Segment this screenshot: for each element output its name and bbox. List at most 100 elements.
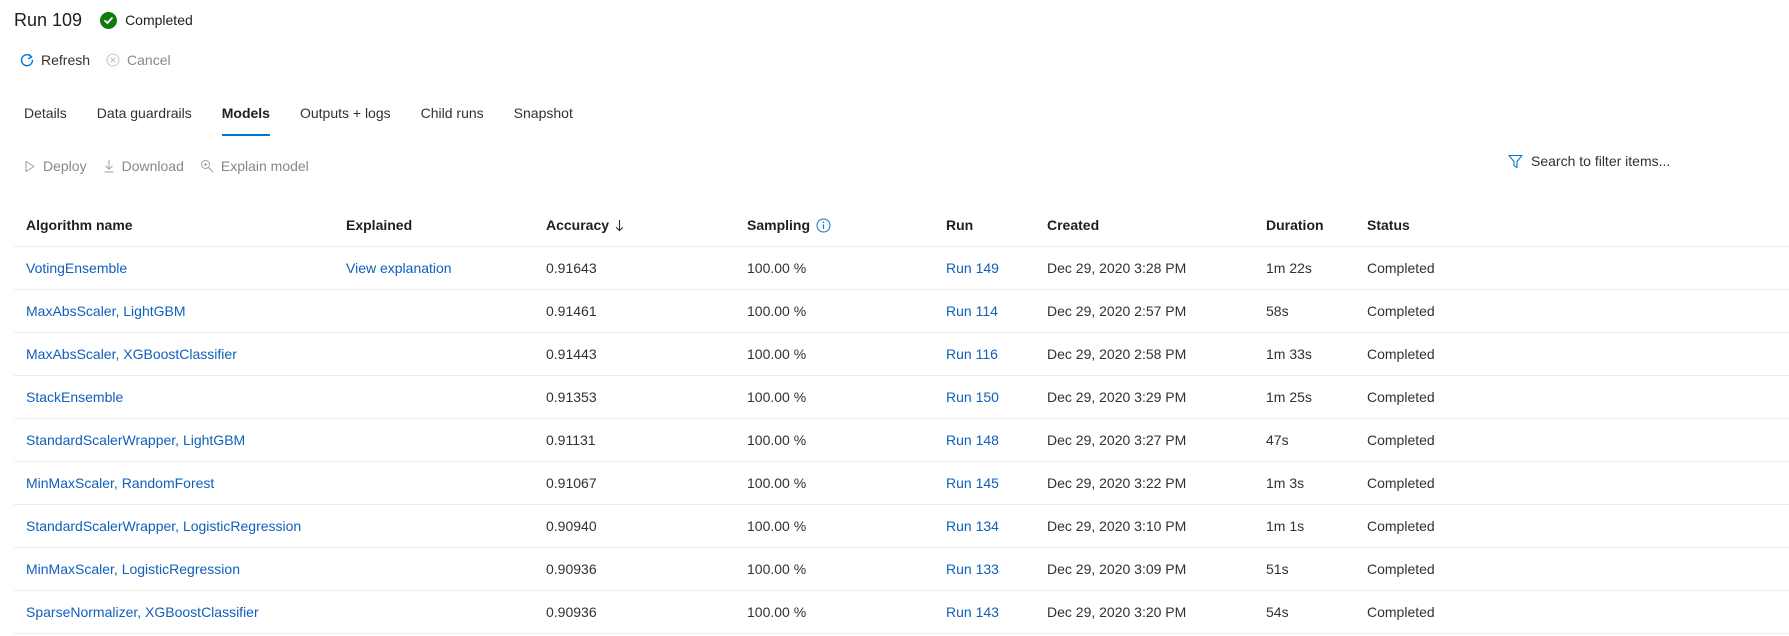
refresh-label: Refresh [41,52,91,68]
algorithm-link[interactable]: SparseNormalizer, XGBoostClassifier [26,604,259,620]
accuracy-value: 0.90936 [546,604,597,620]
col-accuracy[interactable]: Accuracy [546,217,624,233]
sampling-value: 100.00 % [747,389,807,405]
col-algorithm-name[interactable]: Algorithm name [26,217,133,233]
status-value: Completed [1367,604,1435,620]
download-button[interactable]: Download [103,158,184,174]
col-duration[interactable]: Duration [1266,217,1324,233]
tab-details[interactable]: Details [24,96,67,136]
duration-value: 47s [1266,432,1289,448]
run-link[interactable]: Run 133 [946,561,999,577]
status-value: Completed [1367,346,1435,362]
tab-models[interactable]: Models [221,96,271,136]
col-accuracy-label: Accuracy [546,217,610,233]
status-value: Completed [1367,561,1435,577]
run-link[interactable]: Run 150 [946,389,999,405]
created-value: Dec 29, 2020 3:22 PM [1047,475,1187,491]
created-value: Dec 29, 2020 3:27 PM [1047,432,1187,448]
algorithm-link[interactable]: MaxAbsScaler, LightGBM [26,303,186,319]
models-toolbar: Deploy Download Explain model [24,152,325,180]
table-row[interactable]: StandardScalerWrapper, LightGBM 0.91131 … [14,419,1789,462]
filter-icon [1508,154,1523,169]
cancel-icon [106,53,120,67]
table-row[interactable]: MaxAbsScaler, LightGBM 0.91461 100.00 % … [14,290,1789,333]
tab-data-guardrails[interactable]: Data guardrails [97,96,192,136]
algorithm-link[interactable]: StandardScalerWrapper, LightGBM [26,432,245,448]
info-icon[interactable] [816,218,831,233]
duration-value: 54s [1266,604,1289,620]
run-link[interactable]: Run 114 [946,303,998,319]
run-link[interactable]: Run 148 [946,432,999,448]
search-input[interactable] [1531,153,1711,169]
page-title: Run 109 [14,9,83,30]
duration-value: 1m 3s [1266,475,1305,491]
duration-value: 1m 1s [1266,518,1305,534]
refresh-button[interactable]: Refresh [20,52,90,68]
algorithm-link[interactable]: MinMaxScaler, RandomForest [26,475,214,491]
sampling-value: 100.00 % [747,260,807,276]
col-status[interactable]: Status [1367,217,1410,233]
run-link[interactable]: Run 134 [946,518,999,534]
table-row[interactable]: SparseNormalizer, XGBoostClassifier 0.90… [14,591,1789,634]
status-value: Completed [1367,303,1435,319]
status-value: Completed [1367,518,1435,534]
deploy-button[interactable]: Deploy [24,158,87,174]
explain-model-label: Explain model [220,158,309,174]
algorithm-link[interactable]: VotingEnsemble [26,260,127,276]
created-value: Dec 29, 2020 3:09 PM [1047,561,1187,577]
col-sampling[interactable]: Sampling [747,217,831,233]
tab-outputs-logs[interactable]: Outputs + logs [300,96,391,136]
run-link[interactable]: Run 149 [946,260,999,276]
algorithm-link[interactable]: StandardScalerWrapper, LogisticRegressio… [26,518,301,534]
col-run[interactable]: Run [946,217,973,233]
accuracy-value: 0.91131 [546,432,596,448]
status-value: Completed [1367,432,1435,448]
algorithm-link[interactable]: MinMaxScaler, LogisticRegression [26,561,240,577]
run-tabs: Details Data guardrails Models Outputs +… [24,96,603,136]
duration-value: 1m 33s [1266,346,1312,362]
col-explained[interactable]: Explained [346,217,412,233]
run-link[interactable]: Run 116 [946,346,998,362]
success-check-icon [100,11,118,29]
run-link[interactable]: Run 143 [946,604,999,620]
refresh-icon [20,53,34,67]
created-value: Dec 29, 2020 2:58 PM [1047,346,1187,362]
status-badge: Completed [100,11,193,29]
magnifier-icon [200,159,214,173]
tab-snapshot[interactable]: Snapshot [514,96,573,136]
sampling-value: 100.00 % [747,432,807,448]
table-row[interactable]: StackEnsemble 0.91353 100.00 % Run 150 D… [14,376,1789,419]
status-text: Completed [125,12,193,28]
explain-model-button[interactable]: Explain model [200,158,309,174]
table-row[interactable]: MinMaxScaler, LogisticRegression 0.90936… [14,548,1789,591]
download-label: Download [121,158,184,174]
accuracy-value: 0.91643 [546,260,597,276]
table-row[interactable]: MaxAbsScaler, XGBoostClassifier 0.91443 … [14,333,1789,376]
cancel-label: Cancel [127,52,171,68]
sampling-value: 100.00 % [747,518,807,534]
view-explanation-link[interactable]: View explanation [346,260,452,276]
col-created[interactable]: Created [1047,217,1099,233]
created-value: Dec 29, 2020 3:28 PM [1047,260,1187,276]
sampling-value: 100.00 % [747,475,807,491]
deploy-label: Deploy [43,158,87,174]
created-value: Dec 29, 2020 2:57 PM [1047,303,1187,319]
filter-search [1508,153,1711,169]
algorithm-link[interactable]: MaxAbsScaler, XGBoostClassifier [26,346,237,362]
created-value: Dec 29, 2020 3:10 PM [1047,518,1187,534]
algorithm-link[interactable]: StackEnsemble [26,389,123,405]
sort-down-icon [615,219,624,232]
accuracy-value: 0.90936 [546,561,597,577]
cancel-button[interactable]: Cancel [106,52,171,68]
duration-value: 1m 25s [1266,389,1312,405]
table-row[interactable]: StandardScalerWrapper, LogisticRegressio… [14,505,1789,548]
sampling-value: 100.00 % [747,303,807,319]
status-value: Completed [1367,389,1435,405]
table-row[interactable]: VotingEnsemble View explanation 0.91643 … [14,247,1789,290]
accuracy-value: 0.90940 [546,518,597,534]
run-link[interactable]: Run 145 [946,475,999,491]
table-row[interactable]: MinMaxScaler, RandomForest 0.91067 100.0… [14,462,1789,505]
duration-value: 51s [1266,561,1289,577]
accuracy-value: 0.91461 [546,303,597,319]
tab-child-runs[interactable]: Child runs [421,96,484,136]
